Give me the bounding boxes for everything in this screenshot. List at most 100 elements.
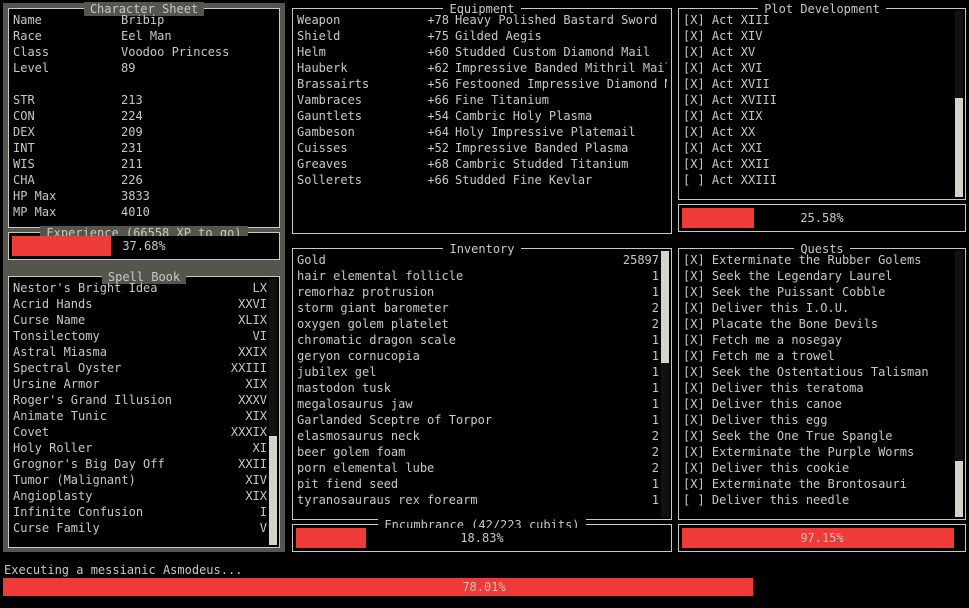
plot-act-label: Act XXII bbox=[712, 156, 770, 172]
equipment-bonus: +66 bbox=[409, 92, 449, 108]
spell-row: Grognor's Big Day OffXXII bbox=[13, 456, 267, 472]
inventory-row-label: elasmosaurus neck bbox=[297, 428, 420, 444]
equipment-row: Brassairts+56Festooned Impressive Diamon… bbox=[297, 76, 667, 92]
encumbrance-bar-label: 18.83% bbox=[296, 528, 668, 548]
equipment-bonus: +54 bbox=[409, 108, 449, 124]
plot-row: [X] Act XVII bbox=[683, 76, 953, 92]
quest-checkbox: [X] bbox=[683, 300, 712, 316]
plot-row: [X] Act XV bbox=[683, 44, 953, 60]
spell-row-value: XXII bbox=[238, 456, 267, 472]
plot-checkbox: [X] bbox=[683, 124, 712, 140]
quest-checkbox: [X] bbox=[683, 380, 712, 396]
spell-book-panel[interactable]: Spell Book Nestor's Bright IdeaLXAcrid H… bbox=[0, 268, 288, 556]
spell-book-scroll-thumb[interactable] bbox=[269, 436, 277, 545]
character-stat-value: 4010 bbox=[121, 204, 150, 220]
quest-checkbox: [X] bbox=[683, 364, 712, 380]
quests-progress-bar-track: 97.15% bbox=[682, 528, 962, 548]
quests-scroll-thumb[interactable] bbox=[955, 461, 963, 517]
character-stat-value: 209 bbox=[121, 124, 143, 140]
spell-row: Nestor's Bright IdeaLX bbox=[13, 280, 267, 296]
plot-checkbox: [X] bbox=[683, 28, 712, 44]
plot-act-label: Act XIII bbox=[712, 12, 770, 28]
character-sheet-panel[interactable]: Character Sheet NameBribipRaceEel ManCla… bbox=[0, 0, 288, 270]
quest-label: Deliver this I.O.U. bbox=[712, 300, 849, 316]
spell-row: Ursine ArmorXIX bbox=[13, 376, 267, 392]
spell-row-label: Spectral Oyster bbox=[13, 360, 121, 376]
spell-row-value: XIX bbox=[245, 376, 267, 392]
spell-row-label: Astral Miasma bbox=[13, 344, 107, 360]
plot-row: [X] Act XIV bbox=[683, 28, 953, 44]
character-stat-label: CON bbox=[13, 108, 121, 124]
plot-row: [ ] Act XXIII bbox=[683, 172, 953, 188]
spell-row: Roger's Grand IllusionXXXV bbox=[13, 392, 267, 408]
inventory-row-label: tyranosauraus rex forearm bbox=[297, 492, 478, 508]
equipment-bonus: +52 bbox=[409, 140, 449, 156]
quest-label: Fetch me a nosegay bbox=[712, 332, 842, 348]
character-field-label: Class bbox=[13, 44, 121, 60]
spell-row: Infinite ConfusionI bbox=[13, 504, 267, 520]
quest-checkbox: [X] bbox=[683, 412, 712, 428]
inventory-row: beer golem foam2 bbox=[297, 444, 659, 460]
inventory-row-label: chromatic dragon scale bbox=[297, 332, 456, 348]
inventory-row-label: geryon cornucopia bbox=[297, 348, 420, 364]
spell-row: CovetXXXIX bbox=[13, 424, 267, 440]
inventory-row-label: oxygen golem platelet bbox=[297, 316, 449, 332]
quests-scrollbar[interactable] bbox=[955, 251, 963, 517]
plot-row: [X] Act XXII bbox=[683, 156, 953, 172]
inventory-row-value: 1 bbox=[652, 348, 659, 364]
character-field: RaceEel Man bbox=[13, 28, 275, 44]
spell-row-label: Tumor (Malignant) bbox=[13, 472, 136, 488]
equipment-bonus: +68 bbox=[409, 156, 449, 172]
equipment-slot: Sollerets bbox=[297, 172, 409, 188]
spell-book-scrollbar[interactable] bbox=[269, 279, 277, 545]
spell-row-value: XIX bbox=[245, 408, 267, 424]
plot-development-scroll-thumb[interactable] bbox=[955, 98, 963, 197]
quest-row: [X] Deliver this teratoma bbox=[683, 380, 953, 396]
spell-row: Astral MiasmaXXIX bbox=[13, 344, 267, 360]
plot-act-label: Act XVIII bbox=[712, 92, 777, 108]
quest-checkbox: [X] bbox=[683, 252, 712, 268]
equipment-row: Cuisses+52Impressive Banded Plasma bbox=[297, 140, 667, 156]
plot-checkbox: [ ] bbox=[683, 172, 712, 188]
spell-row: Animate TunicXIX bbox=[13, 408, 267, 424]
inventory-row-label: porn elemental lube bbox=[297, 460, 434, 476]
quest-row: [X] Deliver this canoe bbox=[683, 396, 953, 412]
character-stat-label: INT bbox=[13, 140, 121, 156]
inventory-row: mastodon tusk1 bbox=[297, 380, 659, 396]
equipment-item-name: Cambric Holy Plasma bbox=[449, 108, 667, 124]
spell-row-value: XXVI bbox=[238, 296, 267, 312]
spell-row-label: Infinite Confusion bbox=[13, 504, 143, 520]
inventory-row-label: Garlanded Sceptre of Torpor bbox=[297, 412, 492, 428]
plot-development-panel[interactable]: Plot Development [X] Act XIII[X] Act XIV… bbox=[676, 0, 968, 236]
plot-checkbox: [X] bbox=[683, 156, 712, 172]
character-field-label: Level bbox=[13, 60, 121, 76]
equipment-slot: Shield bbox=[297, 28, 409, 44]
plot-act-label: Act XVII bbox=[712, 76, 770, 92]
spell-row: Curse NameXLIX bbox=[13, 312, 267, 328]
equipment-panel[interactable]: Equipment Weapon+78Heavy Polished Bastar… bbox=[290, 0, 674, 236]
quest-checkbox: [X] bbox=[683, 396, 712, 412]
quests-frame: Quests [X] Exterminate the Rubber Golems… bbox=[678, 248, 966, 520]
character-stat-label: CHA bbox=[13, 172, 121, 188]
plot-row: [X] Act XVIII bbox=[683, 92, 953, 108]
spell-row-value: XIX bbox=[245, 488, 267, 504]
plot-checkbox: [X] bbox=[683, 92, 712, 108]
quests-panel[interactable]: Quests [X] Exterminate the Rubber Golems… bbox=[676, 240, 968, 556]
quest-row: [X] Seek the Ostentatious Talisman bbox=[683, 364, 953, 380]
spell-row-value: XI bbox=[253, 440, 267, 456]
plot-development-scrollbar[interactable] bbox=[955, 11, 963, 197]
character-stat-label: DEX bbox=[13, 124, 121, 140]
inventory-scroll-thumb[interactable] bbox=[661, 251, 669, 363]
character-field-value: Bribip bbox=[121, 12, 164, 28]
plot-checkbox: [X] bbox=[683, 140, 712, 156]
inventory-panel[interactable]: Inventory Gold25897hair elemental follic… bbox=[290, 240, 674, 556]
equipment-bonus: +62 bbox=[409, 60, 449, 76]
quest-label: Seek the Legendary Laurel bbox=[712, 268, 893, 284]
equipment-bonus: +78 bbox=[409, 12, 449, 28]
inventory-row: elasmosaurus neck2 bbox=[297, 428, 659, 444]
inventory-scrollbar[interactable] bbox=[661, 251, 669, 517]
inventory-row: remorhaz protrusion1 bbox=[297, 284, 659, 300]
inventory-row: oxygen golem platelet2 bbox=[297, 316, 659, 332]
quests-progress-bar-frame: 97.15% bbox=[678, 524, 966, 552]
quest-checkbox: [ ] bbox=[683, 492, 712, 508]
